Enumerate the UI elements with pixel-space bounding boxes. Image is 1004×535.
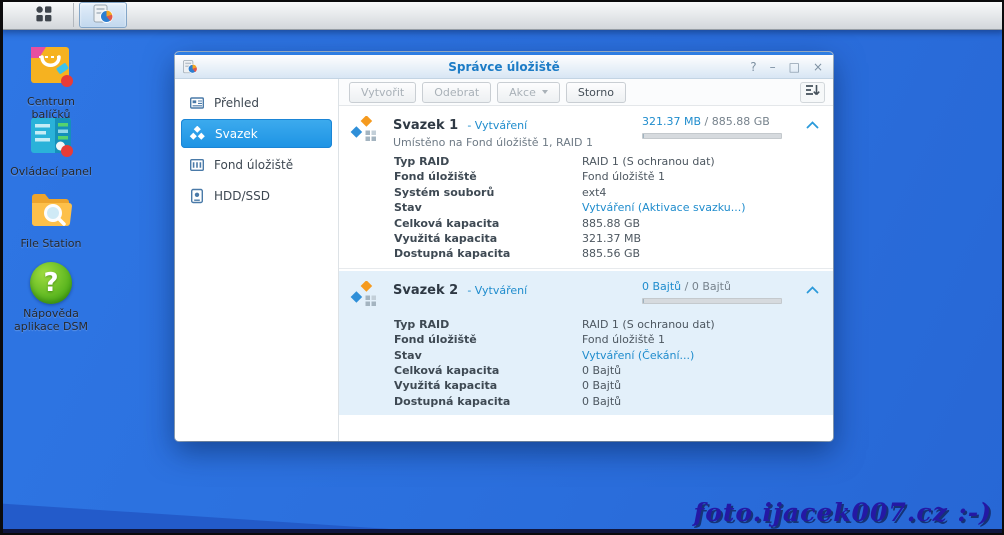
desktop-icon-label: File Station xyxy=(20,237,81,250)
sidebar-item-storage-pool[interactable]: Fond úložiště xyxy=(181,150,332,179)
volume-header: Svazek 2 - Vytváření 0 Bajtů / 0 Bajtů xyxy=(339,277,833,312)
main-menu-grid-icon xyxy=(35,5,53,26)
collapse-chevron-icon[interactable] xyxy=(806,286,819,294)
close-icon[interactable]: × xyxy=(813,58,823,76)
total-capacity-text: / 0 Bajtů xyxy=(685,280,731,293)
used-capacity-text: 321.37 MB xyxy=(642,115,701,128)
hdd-icon xyxy=(189,188,205,204)
main-content: Vytvořit Odebrat Akce Storno xyxy=(339,79,833,441)
detail-row: Fond úložištěFond úložiště 1 xyxy=(339,169,833,184)
sidebar-item-label: Svazek xyxy=(215,127,258,141)
create-button[interactable]: Vytvořit xyxy=(349,82,416,103)
usage-progress-fill xyxy=(643,134,644,138)
desktop-icon-label: Ovládací panel xyxy=(10,165,92,178)
taskbar-storage-manager-button[interactable] xyxy=(79,2,127,28)
actions-button-label: Akce xyxy=(509,86,536,99)
storage-pool-icon xyxy=(189,157,205,173)
detail-row: StavVytváření (Čekání...) xyxy=(339,348,833,363)
taskbar-separator xyxy=(73,3,74,27)
sidebar-item-volume[interactable]: Svazek xyxy=(181,119,332,148)
detail-row: Systém souborůext4 xyxy=(339,185,833,200)
volume-name: Svazek 2 xyxy=(393,283,458,298)
desktop-icon-label: Nápověda aplikace DSM xyxy=(2,307,100,333)
detail-row: Dostupná kapacita885.56 GB xyxy=(339,246,833,261)
sort-button[interactable] xyxy=(800,82,825,103)
actions-button[interactable]: Akce xyxy=(497,82,560,103)
detail-row: Celková kapacita885.88 GB xyxy=(339,216,833,231)
sidebar-item-label: Fond úložiště xyxy=(214,158,293,172)
volume-status-badge: - Vytváření xyxy=(467,119,527,132)
overview-icon xyxy=(189,95,205,111)
volume-details: Typ RAIDRAID 1 (S ochranou dat) Fond úlo… xyxy=(339,317,833,409)
usage-progress-bar xyxy=(642,298,782,304)
detail-row: Celková kapacita0 Bajtů xyxy=(339,363,833,378)
maximize-icon[interactable]: □ xyxy=(789,58,800,76)
volume-name: Svazek 1 xyxy=(393,118,458,133)
remove-button[interactable]: Odebrat xyxy=(422,82,491,103)
usage-progress-fill xyxy=(643,299,644,303)
caret-down-icon xyxy=(542,90,548,94)
sidebar-item-label: HDD/SSD xyxy=(214,189,270,203)
window-controls: ? – □ × xyxy=(750,58,823,76)
storage-manager-window: Správce úložiště ? – □ × Přehled xyxy=(175,52,833,441)
toolbar: Vytvořit Odebrat Akce Storno xyxy=(339,79,833,106)
detail-row: Typ RAIDRAID 1 (S ochranou dat) xyxy=(339,317,833,332)
volume-icon xyxy=(349,281,379,312)
desktop-icon-control-panel[interactable]: Ovládací panel xyxy=(2,116,100,178)
cancel-button[interactable]: Storno xyxy=(566,82,626,103)
used-capacity-text: 0 Bajtů xyxy=(642,280,681,293)
sidebar-item-overview[interactable]: Přehled xyxy=(181,88,332,117)
detail-row: Typ RAIDRAID 1 (S ochranou dat) xyxy=(339,154,833,169)
volume-status-badge: - Vytváření xyxy=(467,284,527,297)
volume-list: Svazek 1 - Vytváření Umístěno na Fond úl… xyxy=(339,106,833,441)
photo-watermark: foto.ijacek007.cz :-) xyxy=(693,498,992,527)
volume-cubes-icon xyxy=(189,126,206,142)
sidebar-item-label: Přehled xyxy=(214,96,259,110)
help-icon[interactable]: ? xyxy=(750,58,756,76)
window-titlebar[interactable]: Správce úložiště ? – □ × xyxy=(175,55,833,79)
sidebar: Přehled Svazek Fond úložiště xyxy=(175,79,339,441)
detail-row: Využitá kapacita321.37 MB xyxy=(339,231,833,246)
detail-row: Fond úložištěFond úložiště 1 xyxy=(339,332,833,347)
sidebar-item-hdd-ssd[interactable]: HDD/SSD xyxy=(181,181,332,210)
window-title: Správce úložiště xyxy=(175,60,833,74)
volume-details: Typ RAIDRAID 1 (S ochranou dat) Fond úlo… xyxy=(339,154,833,262)
taskbar xyxy=(0,0,1004,30)
desktop-icon-dsm-help[interactable]: ? Nápověda aplikace DSM xyxy=(2,262,100,333)
total-capacity-text: / 885.88 GB xyxy=(705,115,770,128)
volume-card-2: Svazek 2 - Vytváření 0 Bajtů / 0 Bajtů xyxy=(339,271,833,415)
storage-manager-app-icon xyxy=(92,3,114,28)
question-mark-glyph: ? xyxy=(43,268,58,298)
detail-row: Dostupná kapacita0 Bajtů xyxy=(339,394,833,409)
detail-row: Využitá kapacita0 Bajtů xyxy=(339,378,833,393)
desktop-icon-package-center[interactable]: Centrum balíčků xyxy=(2,42,100,121)
usage-progress-bar xyxy=(642,133,782,139)
main-menu-button[interactable] xyxy=(20,2,68,28)
control-panel-icon xyxy=(29,116,73,162)
minimize-icon[interactable]: – xyxy=(770,58,776,76)
volume-header: Svazek 1 - Vytváření Umístěno na Fond úl… xyxy=(339,112,833,149)
package-center-icon xyxy=(28,42,74,92)
bottom-strip xyxy=(0,529,1004,535)
detail-row: StavVytváření (Aktivace svazku...) xyxy=(339,200,833,215)
volume-usage: 0 Bajtů / 0 Bajtů xyxy=(642,280,782,304)
desktop: Centrum balíčků Ovládací panel File Stat… xyxy=(0,0,1004,535)
file-station-icon xyxy=(28,188,74,234)
desktop-icon-file-station[interactable]: File Station xyxy=(2,188,100,250)
dsm-help-icon: ? xyxy=(30,262,72,304)
volume-card-1: Svazek 1 - Vytváření Umístěno na Fond úl… xyxy=(339,106,833,269)
collapse-chevron-icon[interactable] xyxy=(806,121,819,129)
volume-usage: 321.37 MB / 885.88 GB xyxy=(642,115,782,139)
volume-icon xyxy=(349,116,379,147)
sort-icon xyxy=(805,84,820,100)
volume-location: Umístěno na Fond úložiště 1, RAID 1 xyxy=(393,136,642,149)
